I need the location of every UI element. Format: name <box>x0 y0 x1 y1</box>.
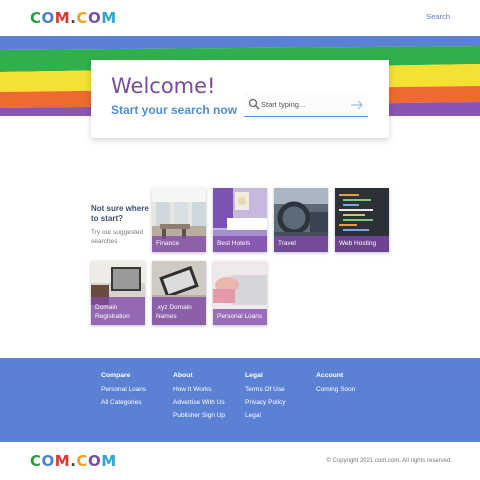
footer-heading: About <box>173 372 193 379</box>
logo-letter: O <box>87 452 102 470</box>
footer-link[interactable]: Terms Of Use <box>245 386 285 393</box>
footer-link[interactable]: Publisher Sign Up <box>173 412 225 419</box>
footer-link[interactable]: How It Works <box>173 386 225 393</box>
footer-link[interactable]: Coming Soon <box>316 386 355 393</box>
footer-link[interactable]: Advertise With Us <box>173 399 225 406</box>
search-box <box>244 93 368 117</box>
tile-label: Personal Loans <box>217 312 263 320</box>
tile-personal-loans[interactable]: Personal Loans <box>213 261 267 325</box>
tile-best-hotels[interactable]: Best Hotels <box>213 188 267 252</box>
bottom-bar: COM.COM © Copyright 2021 com.com. All ri… <box>0 442 480 480</box>
search-input[interactable] <box>261 96 349 113</box>
logo-letter: C <box>30 9 42 27</box>
logo-letter: O <box>87 9 102 27</box>
tile-xyz-domain-names[interactable]: .xyz Domain Names <box>152 261 206 325</box>
suggestions-subtitle: Try our suggested searches <box>91 229 144 245</box>
footer-link[interactable]: All Categories <box>101 399 146 406</box>
footer-column-legal: Legal Terms Of Use Privacy Policy Legal <box>245 372 285 425</box>
tile-label: Domain Registration <box>95 304 130 320</box>
tile-label: Best Hotels <box>217 239 251 247</box>
footer-link[interactable]: Legal <box>245 412 285 419</box>
tile-web-hosting[interactable]: Web Hosting <box>335 188 389 252</box>
welcome-card: Welcome! Start your search now <box>91 60 389 138</box>
footer-logo[interactable]: COM.COM <box>30 452 117 470</box>
welcome-title: Welcome! <box>111 74 216 98</box>
footer-column-compare: Compare Personal Loans All Categories <box>101 372 146 412</box>
logo-letter: M <box>54 452 71 470</box>
footer-column-account: Account Coming Soon <box>316 372 355 399</box>
footer-heading: Compare <box>101 372 131 379</box>
logo-letter: M <box>101 452 117 470</box>
site-footer: Compare Personal Loans All Categories Ab… <box>0 358 480 442</box>
logo-letter: C <box>76 9 88 27</box>
welcome-subtitle: Start your search now <box>111 103 238 117</box>
footer-link[interactable]: Privacy Policy <box>245 399 285 406</box>
logo-letter: O <box>41 452 55 470</box>
footer-link[interactable]: Personal Loans <box>101 386 146 393</box>
logo-letter: C <box>76 452 88 470</box>
header-search-link[interactable]: Search <box>426 12 450 21</box>
logo-letter: M <box>101 9 117 27</box>
tile-label: Travel <box>278 239 296 247</box>
site-header: COM.COM Search <box>0 0 480 36</box>
logo-letter: C <box>30 452 42 470</box>
footer-heading: Account <box>316 372 344 379</box>
suggestions-title: Not sure where to start? <box>91 204 149 223</box>
footer-column-about: About How It Works Advertise With Us Pub… <box>173 372 225 425</box>
tile-finance[interactable]: Finance <box>152 188 206 252</box>
logo-letter: O <box>41 9 55 27</box>
tile-travel[interactable]: Travel <box>274 188 328 252</box>
footer-heading: Legal <box>245 372 263 379</box>
tile-label: .xyz Domain Names <box>156 304 192 320</box>
tile-label: Finance <box>156 239 180 247</box>
arrow-right-icon[interactable] <box>350 99 364 111</box>
tile-label: Web Hosting <box>339 239 377 247</box>
search-icon <box>248 98 260 110</box>
site-logo[interactable]: COM.COM <box>30 9 117 27</box>
tile-domain-registration[interactable]: Domain Registration <box>91 261 145 325</box>
logo-letter: M <box>54 9 71 27</box>
suggestions-intro: Not sure where to start? Try our suggest… <box>91 204 149 246</box>
copyright-text: © Copyright 2021 com.com. All rights res… <box>326 458 452 464</box>
